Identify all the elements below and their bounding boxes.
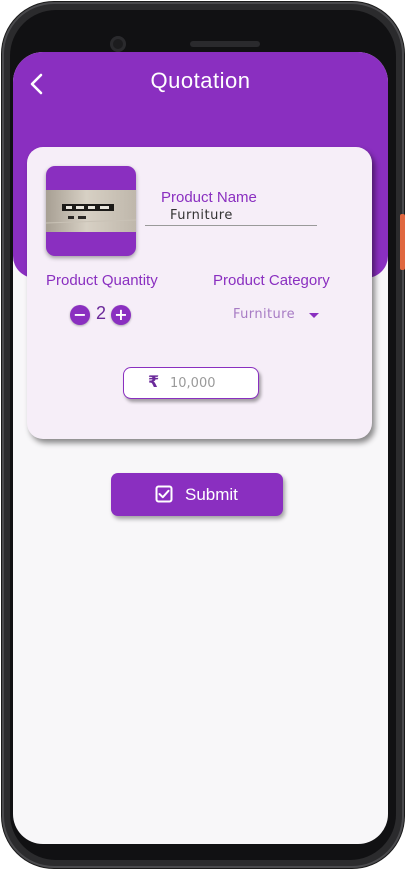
plus-icon: + (114, 305, 128, 324)
checkbox-checked-icon (155, 485, 173, 503)
category-dropdown[interactable]: Furniture (233, 307, 319, 325)
side-button (400, 214, 405, 270)
rupee-icon: ₹ (148, 372, 160, 391)
price-input[interactable] (170, 374, 250, 392)
furniture-photo-icon (46, 204, 136, 224)
caret-down-icon (309, 313, 319, 318)
decrement-button[interactable]: − (70, 305, 90, 325)
product-photo (46, 190, 136, 232)
increment-button[interactable]: + (111, 305, 131, 325)
submit-button[interactable]: Submit (111, 473, 283, 516)
product-name-label: Product Name (161, 189, 257, 206)
product-quantity-label: Product Quantity (46, 272, 158, 289)
front-camera (110, 36, 126, 52)
quotation-card: Product Name Product Quantity Product Ca… (27, 147, 372, 439)
quantity-value: 2 (95, 303, 106, 323)
price-field[interactable]: ₹ (123, 367, 259, 399)
product-category-label: Product Category (213, 272, 330, 289)
submit-label: Submit (185, 485, 238, 504)
category-selected-value: Furniture (233, 307, 295, 322)
minus-icon: − (73, 305, 87, 324)
product-name-input[interactable] (145, 206, 317, 226)
page-title: Quotation (150, 68, 251, 93)
app-screen: Quotation Product Name Product Quantity … (13, 52, 388, 844)
earpiece-speaker (190, 41, 260, 47)
product-image[interactable] (46, 166, 136, 256)
